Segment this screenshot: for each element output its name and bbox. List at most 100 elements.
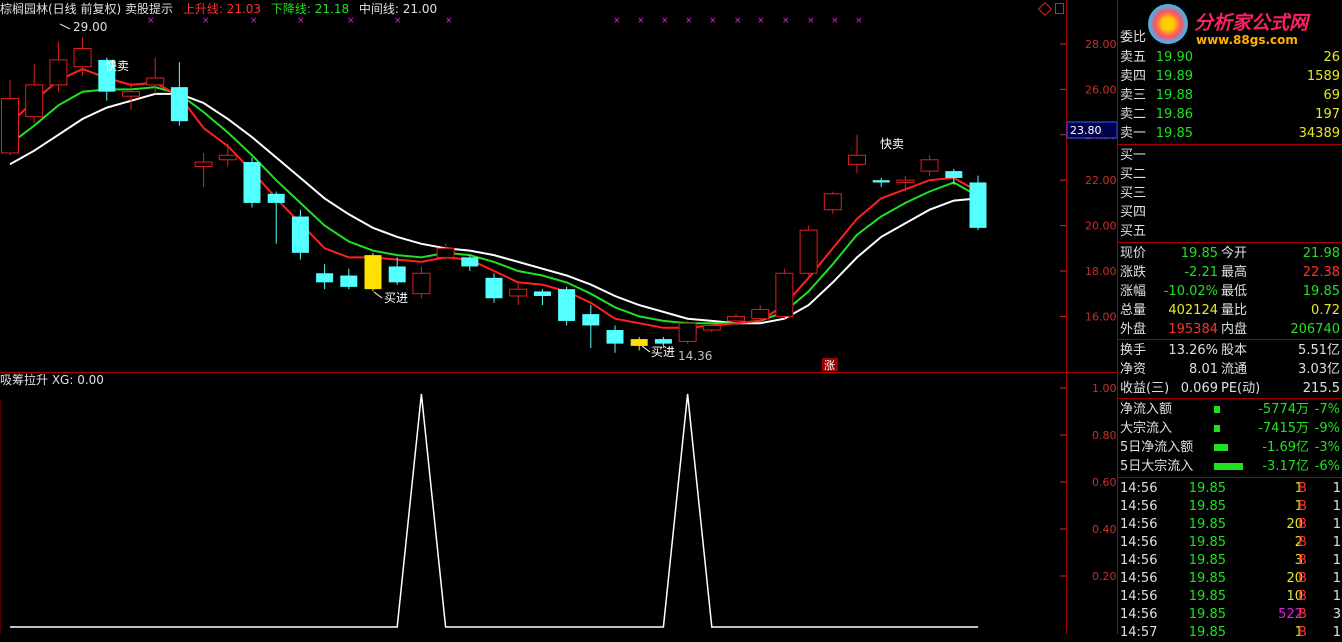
candle[interactable]: [896, 175, 915, 192]
tick-time: 14:56: [1120, 571, 1158, 586]
candle[interactable]: [799, 225, 818, 276]
tick-time: 14:56: [1120, 607, 1158, 622]
buy-row: 买三: [1118, 184, 1342, 203]
buy-level-label: 买二: [1120, 167, 1147, 182]
stat-value: 22.38: [1302, 265, 1340, 280]
indicator-tick-label: 0.20: [1092, 570, 1117, 583]
candle[interactable]: [291, 209, 309, 260]
flow-bar: [1214, 444, 1229, 451]
candle[interactable]: [678, 320, 697, 344]
buy-level-label: 买五: [1120, 224, 1147, 239]
candle[interactable]: [194, 152, 213, 188]
wb-row: 委比: [1118, 28, 1342, 47]
stat-value: 19.85: [1302, 284, 1340, 299]
candle-body: [533, 291, 551, 296]
tick-price: 19.85: [1188, 607, 1226, 622]
candle-body: [509, 288, 528, 297]
candle[interactable]: [170, 62, 188, 126]
signal-star: ×: [297, 16, 305, 26]
candle[interactable]: [267, 191, 285, 244]
candle[interactable]: [823, 191, 842, 215]
sell-price: 19.86: [1155, 107, 1193, 122]
sell-level-label: 卖二: [1120, 107, 1147, 122]
candle[interactable]: [461, 255, 479, 271]
flow-value: -5774万: [1258, 402, 1309, 417]
candle[interactable]: [509, 282, 528, 306]
candle-body: [340, 275, 358, 287]
tick-row: 14:57 19.85 1 B 1: [1118, 623, 1342, 642]
flow-value: -3.17亿: [1262, 459, 1309, 474]
candle[interactable]: [412, 266, 431, 299]
candle[interactable]: [558, 286, 576, 326]
candle[interactable]: [969, 175, 987, 231]
indicator-title[interactable]: 吸筹拉升 XG: 0.00: [0, 372, 104, 387]
tick-row: 14:56 19.85 10 B 1: [1118, 587, 1342, 606]
buy-row: 买二: [1118, 165, 1342, 184]
candle-body: [436, 247, 455, 258]
candle[interactable]: [122, 82, 140, 110]
stat-row: 涨跌 -2.21 最高 22.38: [1118, 263, 1342, 282]
candle[interactable]: [316, 264, 334, 290]
candle[interactable]: [848, 134, 866, 174]
separator: [1118, 242, 1342, 243]
sell-volume: 34389: [1298, 126, 1340, 141]
stat-label: 涨幅: [1120, 284, 1147, 299]
indicator-line: [10, 393, 978, 628]
buy-pointer-1: [373, 291, 383, 299]
signal-star: ×: [782, 16, 790, 26]
candle[interactable]: [1, 80, 19, 156]
tick-row: 14:56 19.85 3 B 1: [1118, 551, 1342, 570]
stat-label: 内盘: [1221, 322, 1248, 337]
candle[interactable]: [364, 252, 382, 292]
candle-body: [606, 330, 624, 344]
candle[interactable]: [775, 268, 794, 319]
candle-body: [945, 171, 963, 178]
candle[interactable]: [340, 268, 358, 290]
indicator-tick-label: 1.00: [1092, 382, 1117, 395]
signal-star: ×: [202, 16, 210, 26]
candle[interactable]: [25, 64, 44, 124]
candle-body: [1, 97, 19, 154]
candle-body: [364, 255, 382, 290]
sell-level-label: 卖一: [1120, 126, 1147, 141]
candle[interactable]: [606, 325, 624, 353]
stat-value: 215.5: [1302, 381, 1340, 396]
candle[interactable]: [533, 289, 551, 306]
candle-body: [485, 277, 503, 299]
buy-row: 买一: [1118, 146, 1342, 165]
sell-level-label: 卖四: [1120, 69, 1147, 84]
candle-body: [872, 180, 890, 183]
signal-star: ×: [250, 16, 258, 26]
sell-price: 19.88: [1155, 88, 1193, 103]
candle[interactable]: [243, 157, 261, 208]
price-tick-label: 26.00: [1085, 83, 1117, 96]
tick-count: 1: [1332, 481, 1341, 496]
candle-body: [702, 324, 721, 331]
candle[interactable]: [872, 177, 890, 188]
candle[interactable]: [485, 273, 503, 303]
sell-price: 19.85: [1155, 126, 1193, 141]
flow-percent: -9%: [1314, 421, 1340, 436]
candle[interactable]: [49, 41, 68, 92]
tick-row: 14:56 19.85 1 B 1: [1118, 497, 1342, 516]
candle[interactable]: [751, 305, 770, 321]
buy-signal-label-1: 买进: [384, 291, 408, 305]
candle-body: [73, 48, 92, 68]
candle[interactable]: [73, 37, 92, 76]
stat-value: 0.069: [1180, 381, 1218, 396]
price-chart[interactable]: 28.0026.0024.0022.0020.0018.0016.00 1.00…: [0, 0, 1117, 634]
candle[interactable]: [582, 305, 600, 349]
candle[interactable]: [436, 243, 455, 260]
candle[interactable]: [388, 257, 406, 285]
signal-star: ×: [613, 16, 621, 26]
price-tick-label: 22.00: [1085, 174, 1117, 187]
candle-body: [170, 87, 188, 122]
tick-side: B: [1298, 535, 1307, 550]
candle[interactable]: [920, 155, 939, 176]
tick-count: 1: [1332, 517, 1341, 532]
candle-body: [969, 182, 987, 228]
flow-percent: -6%: [1314, 459, 1340, 474]
candle[interactable]: [218, 143, 237, 167]
signal-star: ×: [445, 16, 453, 26]
tick-row: 14:56 19.85 2 B 1: [1118, 533, 1342, 552]
